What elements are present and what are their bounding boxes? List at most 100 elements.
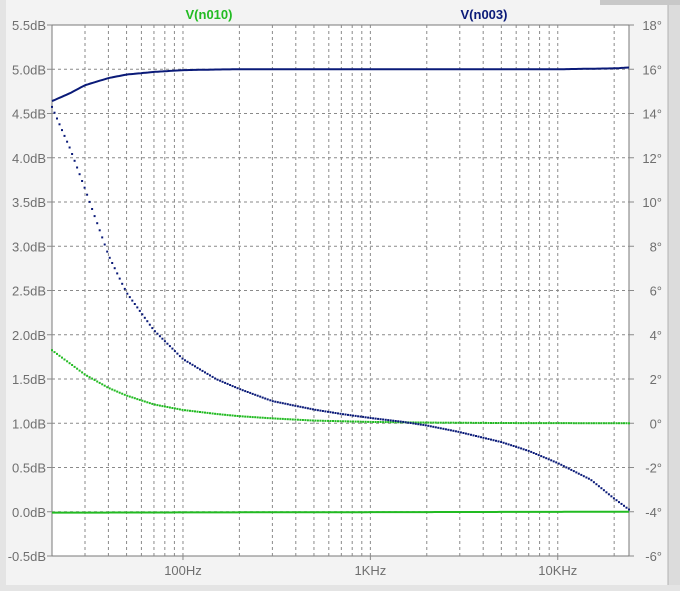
phase-point [189,409,191,412]
phase-point [472,421,475,424]
phase-point [419,421,422,424]
phase-point [108,387,111,390]
phase-point [118,391,121,394]
phase-point [296,418,299,421]
phase-point [454,421,457,424]
phase-point [615,499,618,502]
phase-point [550,459,553,462]
phase-point [377,417,380,420]
phase-point [367,420,370,423]
phase-point [186,360,189,363]
phase-point [590,422,593,425]
phase-point [577,422,580,425]
phase-point [623,504,625,507]
phase-point [618,422,620,425]
phase-point [344,413,347,416]
phase-point [552,422,555,425]
phase-point [384,418,387,421]
phase-point [161,405,164,408]
phase-point [309,419,312,422]
phase-point [314,419,317,422]
phase-point [547,458,550,461]
phase-point [191,363,194,366]
phase-point [497,422,500,424]
phase-point [311,419,314,422]
right-axis-tick-label: 18° [642,18,662,33]
phase-point [602,489,605,492]
phase-point [512,445,515,447]
phase-point [163,340,166,343]
phase-point [211,412,214,415]
phase-point [482,436,485,439]
phase-point [116,390,119,393]
phase-point [610,495,613,498]
phase-point [249,391,252,394]
phase-point [407,421,410,424]
phase-point [379,421,382,423]
phase-point [628,508,630,511]
phase-point [515,422,518,425]
phase-point [527,422,530,425]
phase-point [462,421,465,424]
phase-point [281,417,284,420]
phase-point [502,422,505,424]
phase-point [444,428,447,431]
bode-plot[interactable]: 5.5dB 5.0dB 4.5dB 4.0dB 3.5dB 3.0dB 2.5dB 2.0dB… [0,0,680,591]
phase-point [176,352,179,355]
phase-point [276,417,279,420]
phase-point [261,396,264,399]
phase-point [387,421,390,424]
phase-point [83,186,86,189]
phase-point [500,441,503,443]
phase-point [221,413,224,416]
phase-point [284,402,287,405]
phase-point [259,416,262,419]
phase-point [510,444,513,447]
phase-point [68,146,71,149]
phase-point [525,449,528,452]
phase-point [459,421,462,424]
phase-point [204,411,206,414]
phase-point [146,320,149,323]
phase-point [239,415,242,418]
left-axis-tick-label: 3.0dB [12,239,46,254]
phase-point [103,243,106,246]
phase-point [522,422,525,425]
phase-point [201,411,204,414]
phase-point [354,420,357,423]
phase-point [618,501,620,504]
phase-point [51,349,53,352]
phase-point [389,421,392,424]
phase-point [505,442,508,445]
phase-point [517,446,520,449]
phase-point [409,422,412,424]
phase-point [236,387,239,390]
phase-point [256,416,259,419]
phase-point [118,277,121,280]
phase-point [582,422,585,425]
phase-point [452,429,455,432]
phase-point [612,422,615,425]
phase-point [271,400,274,403]
phase-point [131,396,134,399]
phase-point [545,422,548,425]
phase-point [96,380,99,383]
phase-point [98,381,101,384]
phase-point [191,410,194,413]
phase-point [329,420,332,422]
phase-point [231,385,234,388]
phase-point [357,420,360,423]
phase-point [605,491,608,494]
phase-point [582,475,585,478]
phase-point [552,460,555,463]
phase-point [209,412,211,415]
phase-point [156,332,159,335]
phase-point [530,422,533,425]
phase-point [301,419,304,421]
phase-point [63,134,66,137]
phase-point [532,452,535,454]
phase-point [291,418,294,421]
phase-point [600,487,603,490]
phase-point [434,421,437,424]
phase-point [547,422,550,425]
